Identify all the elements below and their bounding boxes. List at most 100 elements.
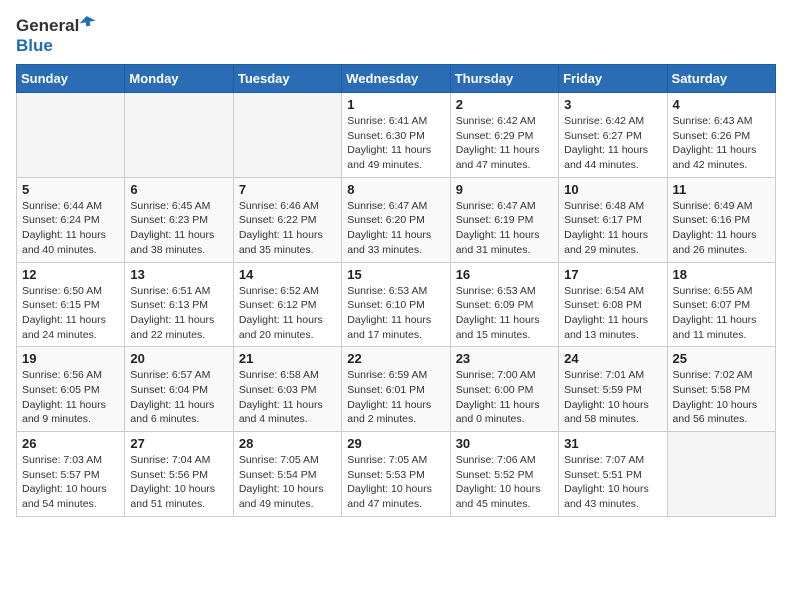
day-number: 19	[22, 351, 119, 366]
calendar-table: SundayMondayTuesdayWednesdayThursdayFrid…	[16, 64, 776, 517]
day-info: Sunrise: 6:58 AM Sunset: 6:03 PM Dayligh…	[239, 368, 336, 427]
calendar-cell: 22Sunrise: 6:59 AM Sunset: 6:01 PM Dayli…	[342, 347, 450, 432]
day-number: 25	[673, 351, 770, 366]
day-number: 8	[347, 182, 444, 197]
calendar-week-row: 5 Sunrise: 6:44 AM Sunset: 6:24 PM Daylig…	[17, 177, 776, 262]
day-info: Sunrise: 6:56 AM Sunset: 6:05 PM Dayligh…	[22, 368, 119, 427]
calendar-cell: 26Sunrise: 7:03 AM Sunset: 5:57 PM Dayli…	[17, 432, 125, 517]
day-number: 16	[456, 267, 553, 282]
calendar-week-row: 19 Sunrise: 6:56 AM Sunset: 6:05 PM Dayli…	[17, 347, 776, 432]
day-info: Sunrise: 7:00 AM Sunset: 6:00 PM Dayligh…	[456, 368, 553, 427]
day-number: 30	[456, 436, 553, 451]
day-number: 31	[564, 436, 661, 451]
calendar-cell: 18Sunrise: 6:55 AM Sunset: 6:07 PM Dayli…	[667, 262, 775, 347]
day-number: 10	[564, 182, 661, 197]
day-info: Sunrise: 6:51 AM Sunset: 6:13 PM Dayligh…	[130, 284, 227, 343]
day-number: 1	[347, 97, 444, 112]
day-info: Sunrise: 6:44 AM Sunset: 6:24 PM Dayligh…	[22, 199, 119, 258]
calendar-cell: 7 Sunrise: 6:46 AM Sunset: 6:22 PM Daylig…	[233, 177, 341, 262]
day-number: 27	[130, 436, 227, 451]
day-info: Sunrise: 7:05 AM Sunset: 5:54 PM Dayligh…	[239, 453, 336, 512]
calendar-cell: 8 Sunrise: 6:47 AM Sunset: 6:20 PM Daylig…	[342, 177, 450, 262]
day-number: 29	[347, 436, 444, 451]
calendar-cell: 10 Sunrise: 6:48 AM Sunset: 6:17 PM Dayli…	[559, 177, 667, 262]
day-info: Sunrise: 6:49 AM Sunset: 6:16 PM Dayligh…	[673, 199, 770, 258]
calendar-cell: 5 Sunrise: 6:44 AM Sunset: 6:24 PM Daylig…	[17, 177, 125, 262]
day-info: Sunrise: 7:05 AM Sunset: 5:53 PM Dayligh…	[347, 453, 444, 512]
day-info: Sunrise: 6:41 AM Sunset: 6:30 PM Dayligh…	[347, 114, 444, 173]
calendar-cell: 23Sunrise: 7:00 AM Sunset: 6:00 PM Dayli…	[450, 347, 558, 432]
calendar-cell	[667, 432, 775, 517]
day-info: Sunrise: 6:50 AM Sunset: 6:15 PM Dayligh…	[22, 284, 119, 343]
calendar-cell: 17 Sunrise: 6:54 AM Sunset: 6:08 PM Dayli…	[559, 262, 667, 347]
day-info: Sunrise: 6:45 AM Sunset: 6:23 PM Dayligh…	[130, 199, 227, 258]
day-number: 14	[239, 267, 336, 282]
calendar-cell: 1 Sunrise: 6:41 AM Sunset: 6:30 PM Daylig…	[342, 93, 450, 178]
weekday-header-monday: Monday	[125, 65, 233, 93]
day-info: Sunrise: 6:47 AM Sunset: 6:19 PM Dayligh…	[456, 199, 553, 258]
day-info: Sunrise: 7:04 AM Sunset: 5:56 PM Dayligh…	[130, 453, 227, 512]
day-info: Sunrise: 7:01 AM Sunset: 5:59 PM Dayligh…	[564, 368, 661, 427]
day-number: 24	[564, 351, 661, 366]
day-number: 4	[673, 97, 770, 112]
day-number: 20	[130, 351, 227, 366]
weekday-header-saturday: Saturday	[667, 65, 775, 93]
day-info: Sunrise: 6:47 AM Sunset: 6:20 PM Dayligh…	[347, 199, 444, 258]
day-info: Sunrise: 6:42 AM Sunset: 6:27 PM Dayligh…	[564, 114, 661, 173]
day-info: Sunrise: 6:43 AM Sunset: 6:26 PM Dayligh…	[673, 114, 770, 173]
calendar-cell: 19 Sunrise: 6:56 AM Sunset: 6:05 PM Dayli…	[17, 347, 125, 432]
calendar-header-row: SundayMondayTuesdayWednesdayThursdayFrid…	[17, 65, 776, 93]
day-info: Sunrise: 7:02 AM Sunset: 5:58 PM Dayligh…	[673, 368, 770, 427]
logo-general-text: General	[16, 16, 79, 36]
day-number: 15	[347, 267, 444, 282]
day-info: Sunrise: 6:42 AM Sunset: 6:29 PM Dayligh…	[456, 114, 553, 173]
day-info: Sunrise: 6:46 AM Sunset: 6:22 PM Dayligh…	[239, 199, 336, 258]
calendar-cell: 6 Sunrise: 6:45 AM Sunset: 6:23 PM Daylig…	[125, 177, 233, 262]
day-number: 18	[673, 267, 770, 282]
day-number: 3	[564, 97, 661, 112]
day-info: Sunrise: 6:48 AM Sunset: 6:17 PM Dayligh…	[564, 199, 661, 258]
calendar-cell: 9 Sunrise: 6:47 AM Sunset: 6:19 PM Daylig…	[450, 177, 558, 262]
page-header: General Blue	[16, 16, 776, 56]
calendar-cell: 30 Sunrise: 7:06 AM Sunset: 5:52 PM Dayli…	[450, 432, 558, 517]
calendar-cell: 13 Sunrise: 6:51 AM Sunset: 6:13 PM Dayli…	[125, 262, 233, 347]
weekday-header-wednesday: Wednesday	[342, 65, 450, 93]
calendar-cell: 28Sunrise: 7:05 AM Sunset: 5:54 PM Dayli…	[233, 432, 341, 517]
calendar-week-row: 12 Sunrise: 6:50 AM Sunset: 6:15 PM Dayli…	[17, 262, 776, 347]
day-number: 9	[456, 182, 553, 197]
day-number: 2	[456, 97, 553, 112]
day-number: 12	[22, 267, 119, 282]
calendar-week-row: 1 Sunrise: 6:41 AM Sunset: 6:30 PM Daylig…	[17, 93, 776, 178]
logo-blue-text: Blue	[16, 36, 53, 55]
calendar-cell: 12 Sunrise: 6:50 AM Sunset: 6:15 PM Dayli…	[17, 262, 125, 347]
day-number: 22	[347, 351, 444, 366]
day-info: Sunrise: 6:54 AM Sunset: 6:08 PM Dayligh…	[564, 284, 661, 343]
day-info: Sunrise: 6:52 AM Sunset: 6:12 PM Dayligh…	[239, 284, 336, 343]
logo-bird-icon	[80, 16, 96, 32]
weekday-header-sunday: Sunday	[17, 65, 125, 93]
calendar-cell: 4 Sunrise: 6:43 AM Sunset: 6:26 PM Daylig…	[667, 93, 775, 178]
day-number: 13	[130, 267, 227, 282]
day-number: 17	[564, 267, 661, 282]
day-info: Sunrise: 7:06 AM Sunset: 5:52 PM Dayligh…	[456, 453, 553, 512]
calendar-cell: 2 Sunrise: 6:42 AM Sunset: 6:29 PM Daylig…	[450, 93, 558, 178]
day-number: 5	[22, 182, 119, 197]
calendar-cell: 27 Sunrise: 7:04 AM Sunset: 5:56 PM Dayli…	[125, 432, 233, 517]
day-info: Sunrise: 6:57 AM Sunset: 6:04 PM Dayligh…	[130, 368, 227, 427]
weekday-header-thursday: Thursday	[450, 65, 558, 93]
calendar-cell	[125, 93, 233, 178]
day-number: 7	[239, 182, 336, 197]
day-info: Sunrise: 7:07 AM Sunset: 5:51 PM Dayligh…	[564, 453, 661, 512]
day-number: 26	[22, 436, 119, 451]
calendar-cell	[233, 93, 341, 178]
calendar-cell: 3 Sunrise: 6:42 AM Sunset: 6:27 PM Daylig…	[559, 93, 667, 178]
calendar-cell: 25 Sunrise: 7:02 AM Sunset: 5:58 PM Dayli…	[667, 347, 775, 432]
day-info: Sunrise: 6:53 AM Sunset: 6:10 PM Dayligh…	[347, 284, 444, 343]
day-number: 21	[239, 351, 336, 366]
logo: General Blue	[16, 16, 96, 56]
calendar-cell: 14 Sunrise: 6:52 AM Sunset: 6:12 PM Dayli…	[233, 262, 341, 347]
day-number: 6	[130, 182, 227, 197]
calendar-cell: 20 Sunrise: 6:57 AM Sunset: 6:04 PM Dayli…	[125, 347, 233, 432]
calendar-cell: 24 Sunrise: 7:01 AM Sunset: 5:59 PM Dayli…	[559, 347, 667, 432]
calendar-cell	[17, 93, 125, 178]
